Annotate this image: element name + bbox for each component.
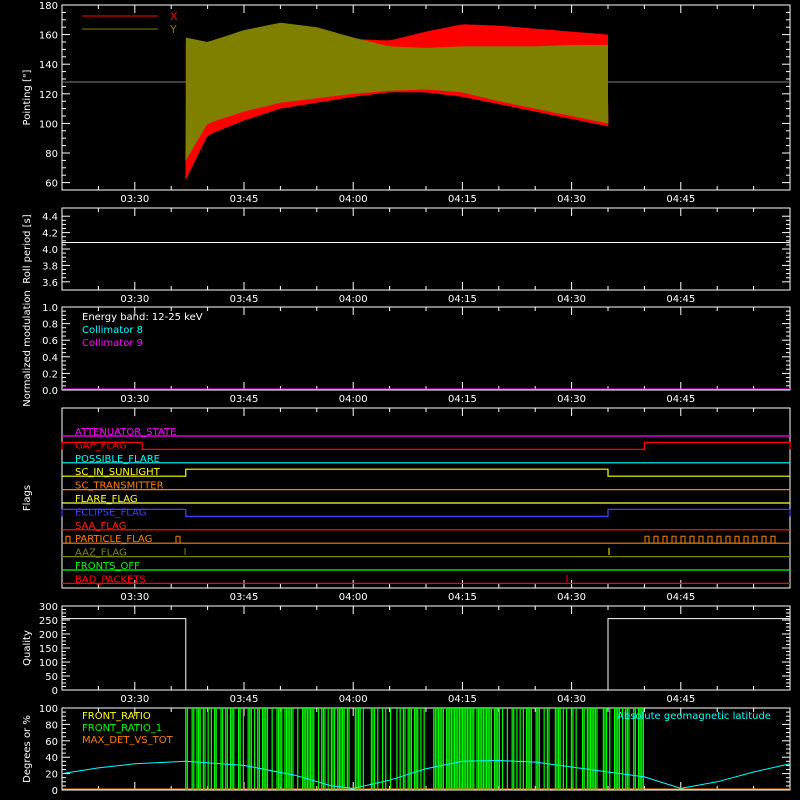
flags-xtick-label: 04:15 <box>448 592 477 603</box>
pointing-legend-label: X <box>170 10 178 23</box>
pointing-xtick-label: 04:45 <box>666 194 695 205</box>
quality-xtick-label: 04:45 <box>666 694 695 705</box>
flags-xtick-label: 04:30 <box>557 592 586 603</box>
pointing-xtick-label: 04:00 <box>339 194 368 205</box>
quality-ytick-label: 0 <box>52 686 58 697</box>
quality-xtick-label: 04:15 <box>448 694 477 705</box>
modulation-ytick-label: 0.6 <box>42 336 58 347</box>
pointing-legend-label: Y <box>169 23 177 36</box>
roll-xtick-label: 03:30 <box>120 294 149 305</box>
modulation-xtick-label: 04:15 <box>448 394 477 405</box>
ratios-ylabel: Degrees or % <box>22 715 33 783</box>
pointing-xtick-label: 03:30 <box>120 194 149 205</box>
quality-ytick-label: 200 <box>39 630 58 641</box>
pointing-ytick-label: 120 <box>39 90 58 101</box>
modulation-legend-label: Collimator 9 <box>82 338 143 349</box>
quality-line <box>62 618 790 691</box>
modulation-legend-label: Collimator 8 <box>82 325 143 336</box>
roll-ylabel: Roll period [s] <box>22 214 33 283</box>
pointing-ytick-label: 80 <box>45 149 58 160</box>
quality-ylabel: Quality <box>22 630 33 666</box>
roll-xtick-label: 04:45 <box>666 294 695 305</box>
flag-trace-gap_flag <box>61 441 791 450</box>
modulation-ytick-label: 0.8 <box>42 320 58 331</box>
ratios-ytick-label: 80 <box>45 720 58 731</box>
roll-ytick-label: 4.2 <box>42 229 58 240</box>
ratios-ytick-label: 100 <box>39 704 58 715</box>
ratios-legend-label: FRONT_RATIO_1 <box>82 723 162 734</box>
pointing-ytick-label: 160 <box>39 31 58 42</box>
pointing-xtick-label: 03:45 <box>230 194 259 205</box>
roll-ytick-label: 4.0 <box>42 245 58 256</box>
modulation-ytick-label: 1.0 <box>42 303 58 314</box>
flags-xtick-label: 04:45 <box>666 592 695 603</box>
modulation-xtick-label: 03:30 <box>120 394 149 405</box>
quality-xtick-label: 03:45 <box>230 694 259 705</box>
quality-ytick-label: 50 <box>45 672 58 683</box>
ratios-legend-label: FRONT_RATIO <box>82 711 151 722</box>
pointing-xtick-label: 04:15 <box>448 194 477 205</box>
roll-xtick-label: 04:15 <box>448 294 477 305</box>
modulation-ylabel: Normalized modulation <box>22 290 33 407</box>
quality-ytick-label: 100 <box>39 658 58 669</box>
modulation-legend-label: Energy band: 12-25 keV <box>82 312 203 323</box>
quality-ytick-label: 250 <box>39 616 58 627</box>
modulation-xtick-label: 04:00 <box>339 394 368 405</box>
pointing-ylabel: Pointing ["] <box>22 69 33 125</box>
modulation-xtick-label: 04:45 <box>666 394 695 405</box>
modulation-ytick-label: 0.2 <box>42 369 58 380</box>
roll-ytick-label: 3.6 <box>42 278 58 289</box>
roll-xtick-label: 03:45 <box>230 294 259 305</box>
quality-xtick-label: 04:30 <box>557 694 586 705</box>
ratios-legend-label: MAX_DET_VS_TOT <box>82 735 174 746</box>
rhessi-quicklook-figure: 03:30 03:45 04:00 04:15 04:30 04:45 Pointing [… <box>22 1 791 797</box>
geomag-legend-label: Absolute geomagnetic latitude <box>617 711 771 722</box>
ratios-ytick-label: 0 <box>52 786 58 797</box>
pointing-ytick-label: 60 <box>45 179 58 190</box>
pointing-ytick-label: 140 <box>39 60 58 71</box>
ratios-ytick-label: 20 <box>45 770 58 781</box>
flags-xtick-label: 03:45 <box>230 592 259 603</box>
pointing-ytick-label: 180 <box>39 1 58 12</box>
quality-xtick-label: 04:00 <box>339 694 368 705</box>
roll-xtick-label: 04:00 <box>339 294 368 305</box>
flag-particle-pulses <box>65 535 776 544</box>
modulation-ytick-label: 0.4 <box>42 353 58 364</box>
quality-ytick-label: 150 <box>39 644 58 655</box>
pointing-ytick-label: 100 <box>39 119 58 130</box>
quality-xtick-label: 03:30 <box>120 694 149 705</box>
pointing-xtick-label: 04:30 <box>557 194 586 205</box>
roll-frame <box>61 207 791 291</box>
flags-ylabel: Flags <box>22 485 33 511</box>
flags-xtick-label: 03:30 <box>120 592 149 603</box>
modulation-xtick-label: 03:45 <box>230 394 259 405</box>
flags-xtick-label: 04:00 <box>339 592 368 603</box>
modulation-xtick-label: 04:30 <box>557 394 586 405</box>
modulation-ytick-label: 0.0 <box>42 386 58 397</box>
flag-trace-sc_in_sunlight <box>62 468 790 477</box>
roll-ytick-label: 4.4 <box>42 212 58 223</box>
ratios-ytick-label: 60 <box>45 737 58 748</box>
roll-ytick-label: 3.8 <box>42 261 58 272</box>
roll-xtick-label: 04:30 <box>557 294 586 305</box>
flag-trace-eclipse_flag <box>61 508 791 517</box>
quality-ytick-label: 300 <box>39 602 58 613</box>
ratios-ytick-label: 40 <box>45 753 58 764</box>
